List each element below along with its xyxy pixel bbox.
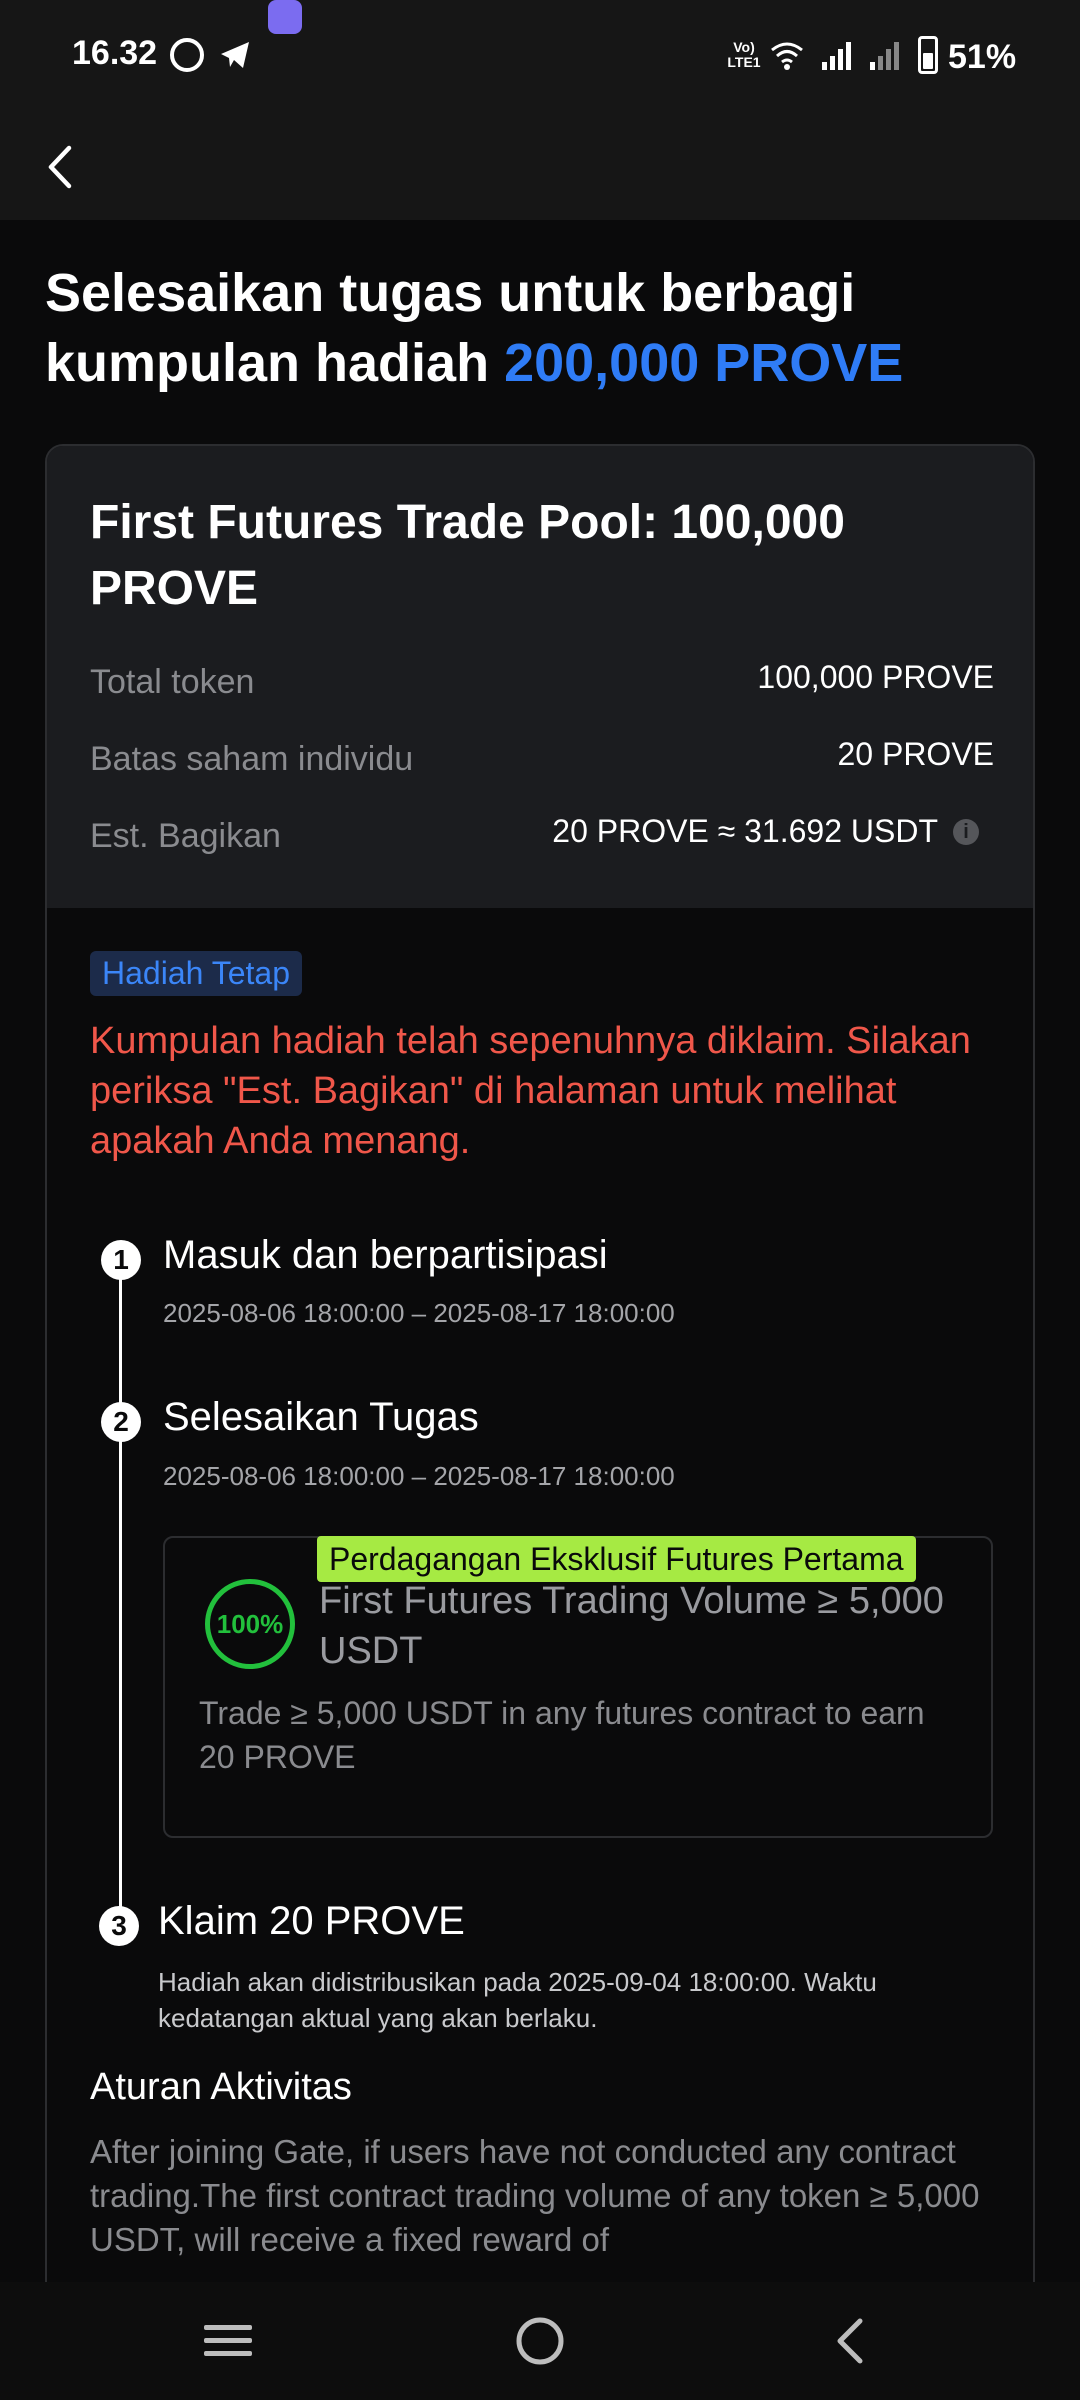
network-label: Vo) LTE1	[727, 39, 761, 70]
step-1-time: 2025-08-06 18:00:00 ‒ 2025-08-17 18:00:0…	[163, 1298, 675, 1328]
signal-icon	[822, 42, 851, 70]
home-button[interactable]	[480, 2282, 600, 2400]
total-token-label: Total token	[90, 663, 255, 701]
progress-ring: 100%	[205, 1579, 295, 1669]
signal-icon	[870, 42, 899, 70]
timeline-line	[119, 1266, 122, 1926]
total-token-value: 100,000 PROVE	[757, 659, 994, 695]
step-3-note: Hadiah akan didistribusikan pada 2025-09…	[158, 1967, 877, 2033]
status-time: 16.32	[72, 34, 158, 72]
status-bar: 16.32 Vo) LTE1 51%	[0, 0, 1080, 115]
individual-limit-label: Batas saham individu	[90, 740, 414, 778]
step-1-number: 1	[101, 1240, 141, 1280]
step-1-title: Masuk dan berpartisipasi	[163, 1233, 608, 1277]
step-2-time: 2025-08-06 18:00:00 ‒ 2025-08-17 18:00:0…	[163, 1461, 675, 1491]
top-bar	[0, 115, 1080, 220]
chevron-left-icon	[48, 145, 72, 189]
step-2-title: Selesaikan Tugas	[163, 1395, 479, 1439]
system-back-button[interactable]	[790, 2282, 910, 2400]
pool-card-header: First Futures Trade Pool: 100,000 PROVE …	[47, 446, 1033, 908]
wifi-icon	[771, 42, 803, 70]
est-share-value: 20 PROVE ≈ 31.692 USDT	[552, 813, 938, 849]
menu-icon	[204, 2325, 252, 2356]
home-icon	[516, 2317, 564, 2365]
task-description: Trade ≥ 5,000 USDT in any futures contra…	[199, 1695, 925, 1775]
rules-text: After joining Gate, if users have not co…	[90, 2133, 980, 2258]
pool-claimed-notice: Kumpulan hadiah telah sepenuhnya diklaim…	[90, 1020, 971, 1162]
reward-amount: 200,000 PROVE	[504, 333, 904, 393]
page-title: Selesaikan tugas untuk berbagi kumpulan …	[45, 258, 1045, 398]
info-icon[interactable]: i	[953, 819, 979, 845]
pool-card: First Futures Trade Pool: 100,000 PROVE …	[45, 444, 1035, 2304]
individual-limit-value: 20 PROVE	[837, 736, 994, 772]
battery-percent: 51%	[948, 38, 1017, 76]
back-icon	[837, 2318, 863, 2364]
battery-icon	[918, 36, 938, 74]
whatsapp-icon	[170, 38, 204, 72]
system-nav-bar	[0, 2282, 1080, 2400]
step-3-number: 3	[99, 1906, 139, 1946]
task-title: First Futures Trading Volume ≥ 5,000 USD…	[319, 1580, 944, 1672]
app-icon	[268, 0, 302, 34]
rules-title: Aturan Aktivitas	[90, 2066, 352, 2108]
pool-title: First Futures Trade Pool: 100,000 PROVE	[90, 496, 845, 615]
back-button[interactable]	[30, 132, 90, 202]
step-2-number: 2	[101, 1402, 141, 1442]
fixed-reward-badge: Hadiah Tetap	[90, 951, 302, 996]
step-3-title: Klaim 20 PROVE	[158, 1899, 465, 1943]
recent-apps-button[interactable]	[168, 2282, 288, 2400]
telegram-icon	[221, 42, 249, 68]
est-share-label: Est. Bagikan	[90, 817, 281, 855]
